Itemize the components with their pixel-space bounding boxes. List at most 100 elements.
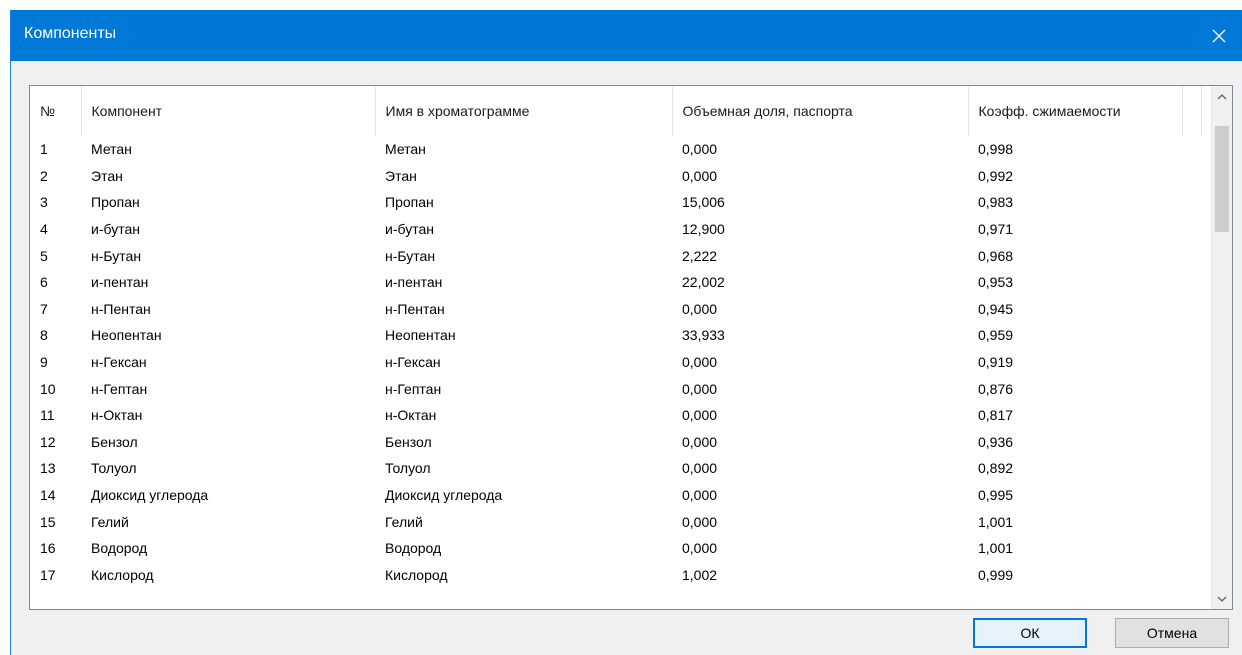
cell-component: Гелий: [91, 513, 129, 530]
cell-compressibility: 0,936: [978, 433, 1014, 450]
cell-filler: [1182, 535, 1201, 562]
table-row[interactable]: 11 н-Октан н-Октан 0,000 0,817: [30, 402, 1201, 429]
table-row[interactable]: 8 Неопентан Неопентан 33,933 0,959: [30, 322, 1201, 349]
cell-chromatogram-name: и-пентан: [385, 274, 443, 291]
cell-component: н-Бутан: [91, 247, 142, 264]
cell-component: н-Октан: [91, 407, 143, 424]
cell-number: 17: [40, 566, 56, 583]
table-row[interactable]: 16 Водород Водород 0,000 1,001: [30, 535, 1201, 562]
cell-component: Диоксид углерода: [91, 487, 209, 504]
cell-chromatogram-name: н-Гептан: [385, 380, 442, 397]
cell-volume-fraction: 0,000: [682, 487, 718, 504]
column-header-compressibility[interactable]: Коэфф. сжимаемости: [968, 86, 1183, 136]
cell-compressibility: 0,992: [978, 167, 1014, 184]
table-row[interactable]: 12 Бензол Бензол 0,000 0,936: [30, 429, 1201, 456]
cell-chromatogram-name: н-Бутан: [385, 247, 436, 264]
chevron-up-icon: [1217, 93, 1227, 99]
column-header-number[interactable]: №: [30, 86, 82, 136]
table-row[interactable]: 2 Этан Этан 0,000 0,992: [30, 163, 1201, 190]
cell-number: 11: [40, 407, 55, 424]
cell-filler: [1182, 508, 1201, 535]
cell-number: 16: [40, 540, 56, 557]
cell-filler: [1182, 402, 1201, 429]
cell-component: Бензол: [91, 433, 138, 450]
components-grid[interactable]: № Компонент Имя в хроматограмме Объемная…: [29, 85, 1233, 610]
vertical-scrollbar[interactable]: [1211, 86, 1232, 609]
table-header-row: № Компонент Имя в хроматограмме Объемная…: [30, 86, 1202, 136]
cell-filler: [1182, 562, 1201, 589]
scrollbar-thumb[interactable]: [1215, 126, 1229, 232]
cell-filler: [1182, 296, 1201, 323]
scroll-down-button[interactable]: [1212, 588, 1232, 609]
chevron-down-icon: [1217, 596, 1227, 602]
cell-number: 12: [40, 433, 56, 450]
table-row[interactable]: 7 н-Пентан н-Пентан 0,000 0,945: [30, 296, 1201, 323]
cell-number: 10: [40, 380, 56, 397]
table-row[interactable]: 3 Пропан Пропан 15,006 0,983: [30, 189, 1201, 216]
table-row[interactable]: 15 Гелий Гелий 0,000 1,001: [30, 508, 1201, 535]
cell-chromatogram-name: Неопентан: [385, 327, 456, 344]
cell-filler: [1182, 455, 1201, 482]
cell-volume-fraction: 12,900: [682, 221, 725, 238]
cell-filler: [1182, 375, 1201, 402]
table-row[interactable]: 13 Толуол Толуол 0,000 0,892: [30, 455, 1201, 482]
cell-volume-fraction: 0,000: [682, 300, 718, 317]
table-row[interactable]: 10 н-Гептан н-Гептан 0,000 0,876: [30, 375, 1201, 402]
table-row[interactable]: 14 Диоксид углерода Диоксид углерода 0,000 0…: [30, 482, 1201, 509]
cell-chromatogram-name: Толуол: [385, 460, 431, 477]
cell-number: 5: [40, 247, 48, 264]
cell-compressibility: 0,999: [978, 566, 1014, 583]
cell-chromatogram-name: Бензол: [385, 433, 432, 450]
table-row[interactable]: 9 н-Гексан н-Гексан 0,000 0,919: [30, 349, 1201, 376]
table-row[interactable]: 5 н-Бутан н-Бутан 2,222 0,968: [30, 242, 1201, 269]
cell-filler: [1182, 136, 1201, 163]
cell-compressibility: 0,876: [978, 380, 1014, 397]
cell-component: Водород: [91, 540, 148, 557]
cell-compressibility: 0,983: [978, 194, 1014, 211]
cell-compressibility: 0,953: [978, 274, 1014, 291]
cell-volume-fraction: 2,222: [682, 247, 718, 264]
cell-chromatogram-name: Гелий: [385, 513, 423, 530]
cell-filler: [1182, 482, 1201, 509]
cell-number: 3: [40, 194, 48, 211]
table-row[interactable]: 4 и-бутан и-бутан 12,900 0,971: [30, 216, 1201, 243]
cell-chromatogram-name: Пропан: [385, 194, 434, 211]
cell-compressibility: 0,995: [978, 487, 1014, 504]
cell-compressibility: 0,945: [978, 300, 1014, 317]
ok-button[interactable]: ОК: [973, 618, 1087, 648]
cell-number: 9: [40, 354, 48, 371]
cell-number: 8: [40, 327, 48, 344]
cell-filler: [1182, 163, 1201, 190]
cell-filler: [1182, 189, 1201, 216]
title-bar[interactable]: Компоненты: [11, 10, 1242, 61]
cancel-button[interactable]: Отмена: [1115, 618, 1229, 648]
close-button[interactable]: [1196, 10, 1242, 61]
cell-chromatogram-name: Кислород: [385, 566, 448, 583]
cell-component: Кислород: [91, 566, 154, 583]
column-header-chromatogram-name[interactable]: Имя в хроматограмме: [375, 86, 673, 136]
cell-number: 13: [40, 460, 56, 477]
cell-volume-fraction: 0,000: [682, 407, 718, 424]
cell-compressibility: 0,998: [978, 141, 1014, 158]
cell-chromatogram-name: Диоксид углерода: [385, 487, 503, 504]
table-row[interactable]: 1 Метан Метан 0,000 0,998: [30, 136, 1201, 163]
cell-volume-fraction: 15,006: [682, 194, 725, 211]
table-row[interactable]: 6 и-пентан и-пентан 22,002 0,953: [30, 269, 1201, 296]
cell-volume-fraction: 0,000: [682, 141, 718, 158]
cell-volume-fraction: 0,000: [682, 540, 718, 557]
column-header-component[interactable]: Компонент: [81, 86, 376, 136]
scroll-up-button[interactable]: [1212, 86, 1232, 107]
cell-component: н-Гептан: [91, 380, 148, 397]
close-icon: [1212, 29, 1226, 42]
cell-volume-fraction: 0,000: [682, 380, 718, 397]
cell-chromatogram-name: н-Гексан: [385, 354, 441, 371]
cell-component: и-бутан: [91, 221, 140, 238]
column-header-volume-fraction[interactable]: Объемная доля, паспорта: [672, 86, 969, 136]
cell-volume-fraction: 0,000: [682, 433, 718, 450]
cell-number: 1: [40, 141, 48, 158]
table-row[interactable]: 17 Кислород Кислород 1,002 0,999: [30, 562, 1201, 589]
cell-volume-fraction: 0,000: [682, 513, 718, 530]
cell-component: Неопентан: [91, 327, 162, 344]
cell-compressibility: 1,001: [978, 540, 1014, 557]
components-table: № Компонент Имя в хроматограмме Объемная…: [30, 86, 1202, 588]
